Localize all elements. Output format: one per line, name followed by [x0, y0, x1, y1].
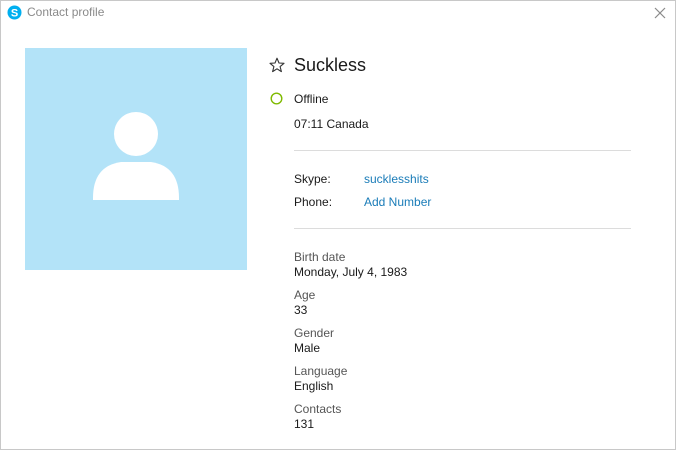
birth-date-label: Birth date	[294, 250, 346, 264]
gender-label: Gender	[294, 326, 335, 340]
local-time: 07:11 Canada	[294, 117, 369, 131]
skype-name-link[interactable]: sucklesshits	[364, 172, 429, 186]
title-bar: S Contact profile	[1, 1, 675, 25]
contact-profile-window: S Contact profile Suckless Offline 07:11…	[0, 0, 676, 450]
divider	[294, 150, 631, 151]
language-value: English	[294, 379, 334, 393]
phone-label: Phone:	[294, 195, 333, 209]
language-label: Language	[294, 364, 348, 378]
avatar	[25, 48, 247, 270]
age-value: 33	[294, 303, 308, 317]
default-avatar-icon	[93, 112, 179, 200]
offline-status-icon	[270, 92, 283, 105]
contact-name: Suckless	[294, 55, 367, 75]
birth-date-value: Monday, July 4, 1983	[294, 265, 408, 279]
contacts-value: 131	[294, 417, 315, 431]
favorite-star-icon[interactable]	[269, 57, 285, 73]
gender-value: Male	[294, 341, 321, 355]
svg-text:S: S	[11, 8, 18, 20]
contacts-label: Contacts	[294, 402, 342, 416]
window-title: Contact profile	[27, 5, 105, 19]
age-label: Age	[294, 288, 316, 302]
divider	[294, 228, 631, 229]
close-button[interactable]	[651, 4, 669, 22]
add-number-link[interactable]: Add Number	[364, 195, 431, 209]
skype-label: Skype:	[294, 172, 331, 186]
skype-icon: S	[7, 5, 22, 20]
status-text: Offline	[294, 92, 329, 106]
close-icon[interactable]	[651, 4, 669, 22]
